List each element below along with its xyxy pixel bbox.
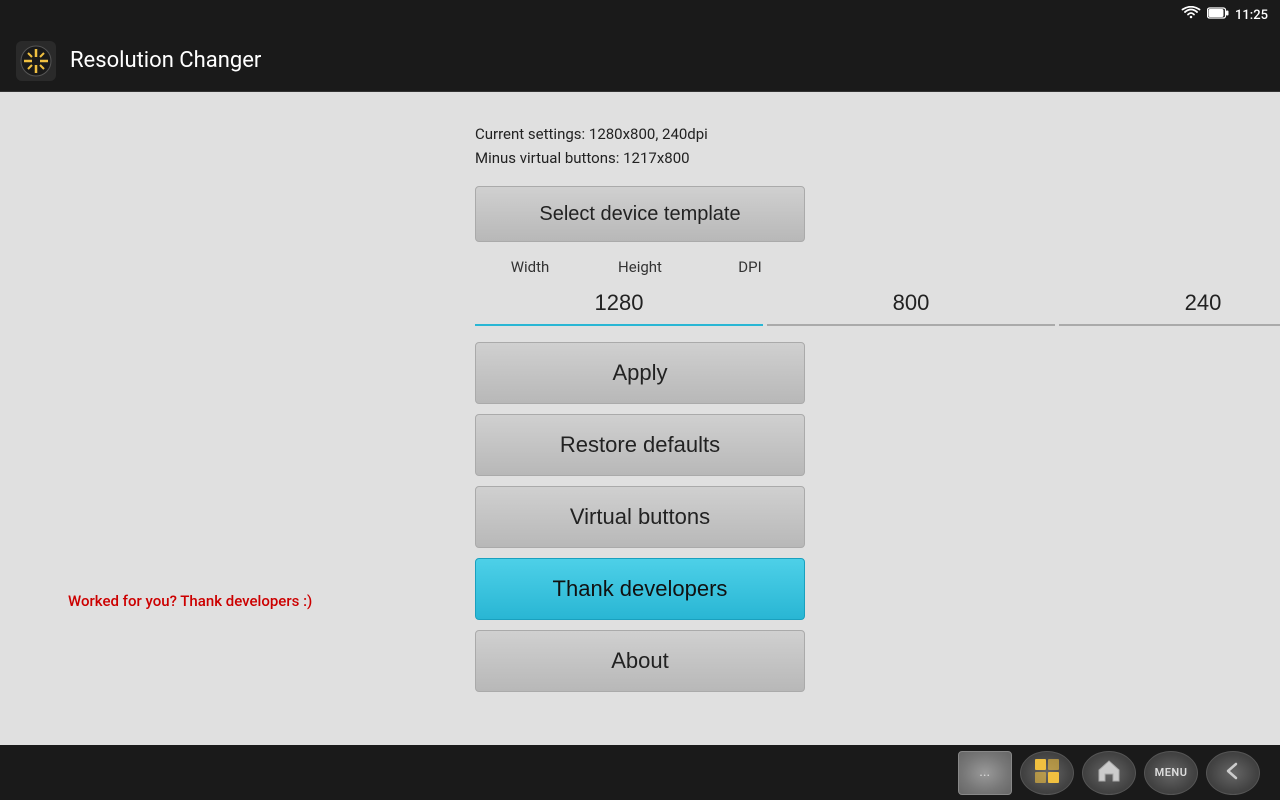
virtual-buttons-button[interactable]: Virtual buttons [475,486,805,548]
nav-menu-button[interactable]: MENU [1144,751,1198,795]
width-label: Width [475,258,585,276]
status-icons: 11:25 [1181,6,1268,24]
dpi-input[interactable] [1059,282,1280,326]
current-settings-line2: Minus virtual buttons: 1217x800 [475,146,805,170]
nav-back-button[interactable] [1206,751,1260,795]
title-bar: Resolution Changer [0,30,1280,92]
status-time: 11:25 [1235,8,1268,23]
width-input[interactable] [475,282,763,326]
nav-home-button[interactable] [1020,751,1074,795]
current-settings-line1: Current settings: 1280x800, 240dpi [475,122,805,146]
status-bar: 11:25 [0,0,1280,30]
restore-defaults-button[interactable]: Restore defaults [475,414,805,476]
fields-labels-row: Width Height DPI [475,258,805,276]
side-promo-text: Worked for you? Thank developers :) [68,592,312,610]
wifi-icon [1181,6,1201,24]
app-title: Resolution Changer [70,48,261,73]
nav-dots-label: ... [980,766,991,779]
battery-icon [1207,7,1229,23]
about-button[interactable]: About [475,630,805,692]
nav-home2-button[interactable] [1082,751,1136,795]
select-template-button[interactable]: Select device template [475,186,805,242]
inputs-row [475,282,805,326]
main-content: Current settings: 1280x800, 240dpi Minus… [0,92,1280,745]
apply-button[interactable]: Apply [475,342,805,404]
thank-developers-button[interactable]: Thank developers [475,558,805,620]
back-icon [1220,758,1246,788]
home-icon [1096,758,1122,788]
nav-menu-label: MENU [1155,766,1188,779]
dpi-label: DPI [695,258,805,276]
nav-bar: ... MENU [0,745,1280,800]
nav-crosshair-icon [1034,758,1060,788]
nav-dots-button[interactable]: ... [958,751,1012,795]
info-section: Current settings: 1280x800, 240dpi Minus… [475,122,805,170]
height-input[interactable] [767,282,1055,326]
height-label: Height [585,258,695,276]
app-icon [16,41,56,81]
